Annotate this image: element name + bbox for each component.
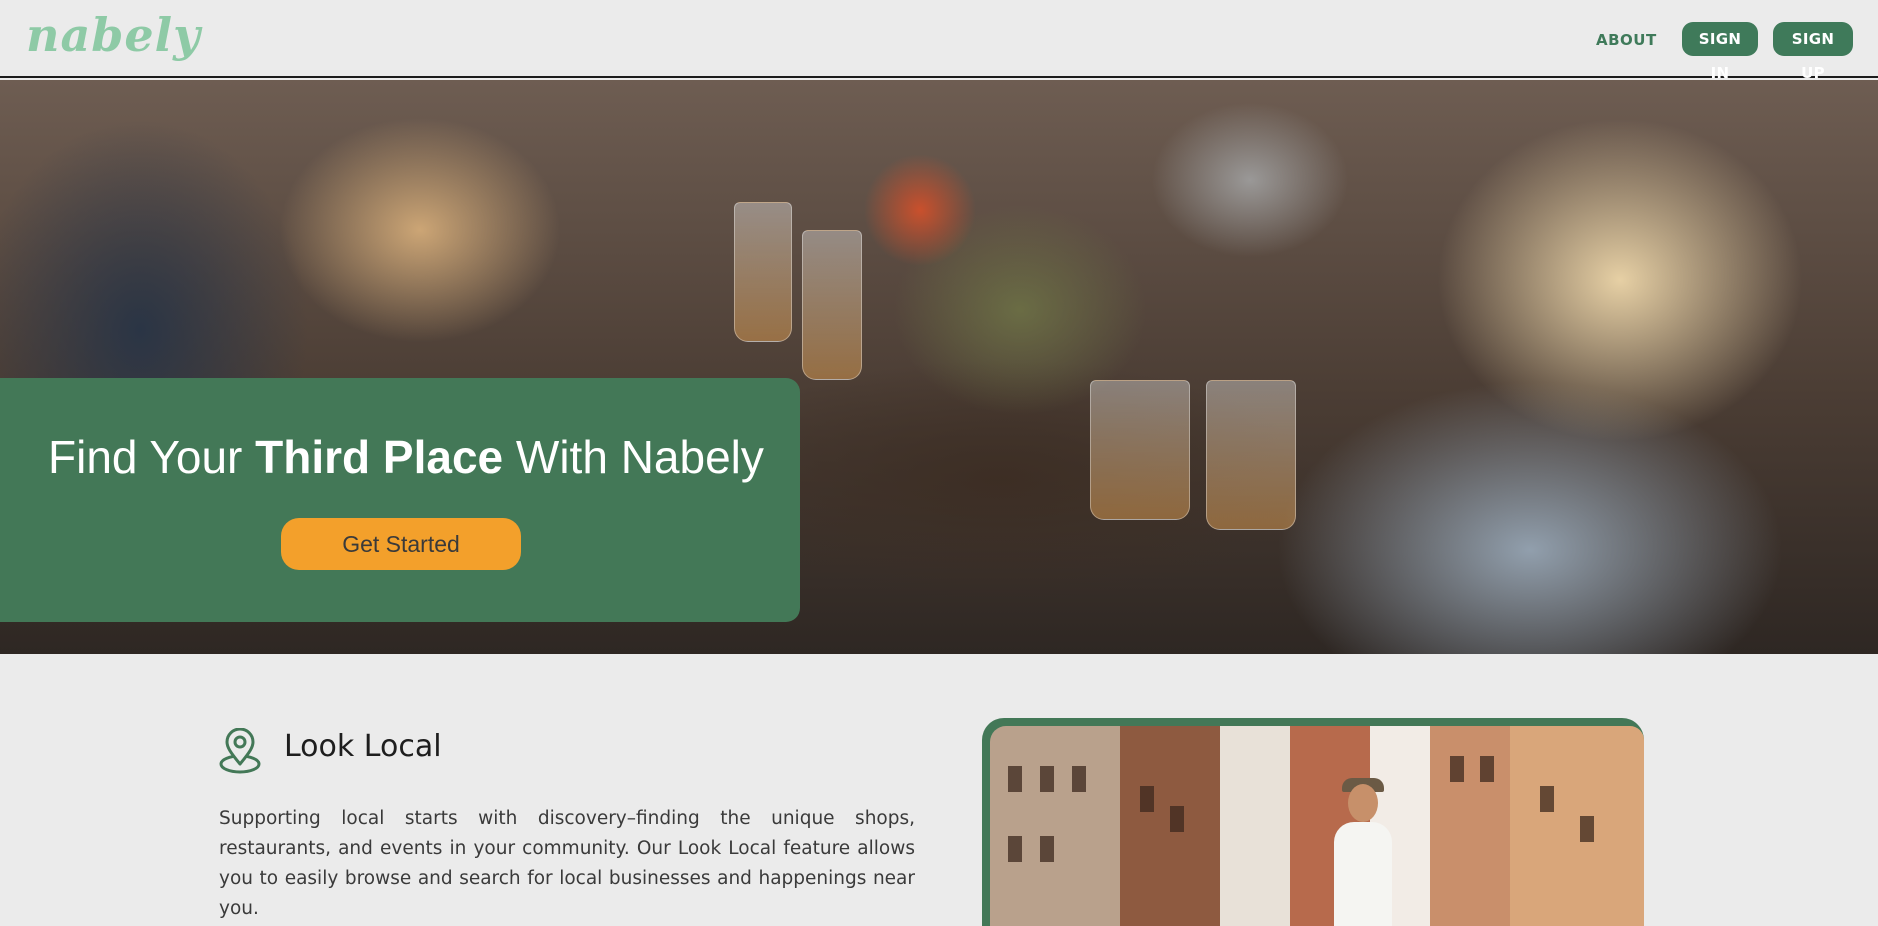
hero-title-prefix: Find Your (48, 431, 256, 483)
look-local-photo-frame (982, 718, 1644, 926)
get-started-button[interactable]: Get Started (281, 518, 521, 570)
hero-title-bold: Third Place (255, 431, 504, 483)
hero-banner-image: Find Your Third Place With Nabely Get St… (0, 80, 1878, 654)
photo-person (1334, 822, 1392, 926)
site-header: nabely ABOUT SIGN IN SIGN UP (0, 0, 1878, 82)
look-local-street-photo (990, 726, 1644, 926)
photo-window (1450, 756, 1464, 782)
photo-window (1170, 806, 1184, 832)
hero-glass (1206, 380, 1296, 530)
nabely-logo[interactable]: nabely (26, 8, 201, 62)
hero-card: Find Your Third Place With Nabely Get St… (0, 378, 800, 622)
photo-window (1580, 816, 1594, 842)
photo-window (1480, 756, 1494, 782)
photo-window (1008, 836, 1022, 862)
photo-window (1040, 766, 1054, 792)
look-local-description: Supporting local starts with discovery–f… (219, 808, 915, 919)
photo-window (1072, 766, 1086, 792)
sign-in-button[interactable]: SIGN IN (1682, 22, 1758, 82)
location-pin-icon (219, 728, 261, 774)
photo-window (1008, 766, 1022, 792)
nav-about-link[interactable]: ABOUT (1596, 27, 1657, 53)
look-local-heading: Look Local (284, 729, 442, 764)
photo-person-head (1348, 784, 1378, 822)
hero-glass (1090, 380, 1190, 520)
hero-title-suffix: With Nabely (503, 431, 764, 483)
photo-window (1540, 786, 1554, 812)
hero-glass (802, 230, 862, 380)
hero-glass (734, 202, 792, 342)
hero-title: Find Your Third Place With Nabely (48, 430, 764, 484)
sign-up-button[interactable]: SIGN UP (1773, 22, 1853, 82)
photo-window (1040, 836, 1054, 862)
photo-window (1140, 786, 1154, 812)
